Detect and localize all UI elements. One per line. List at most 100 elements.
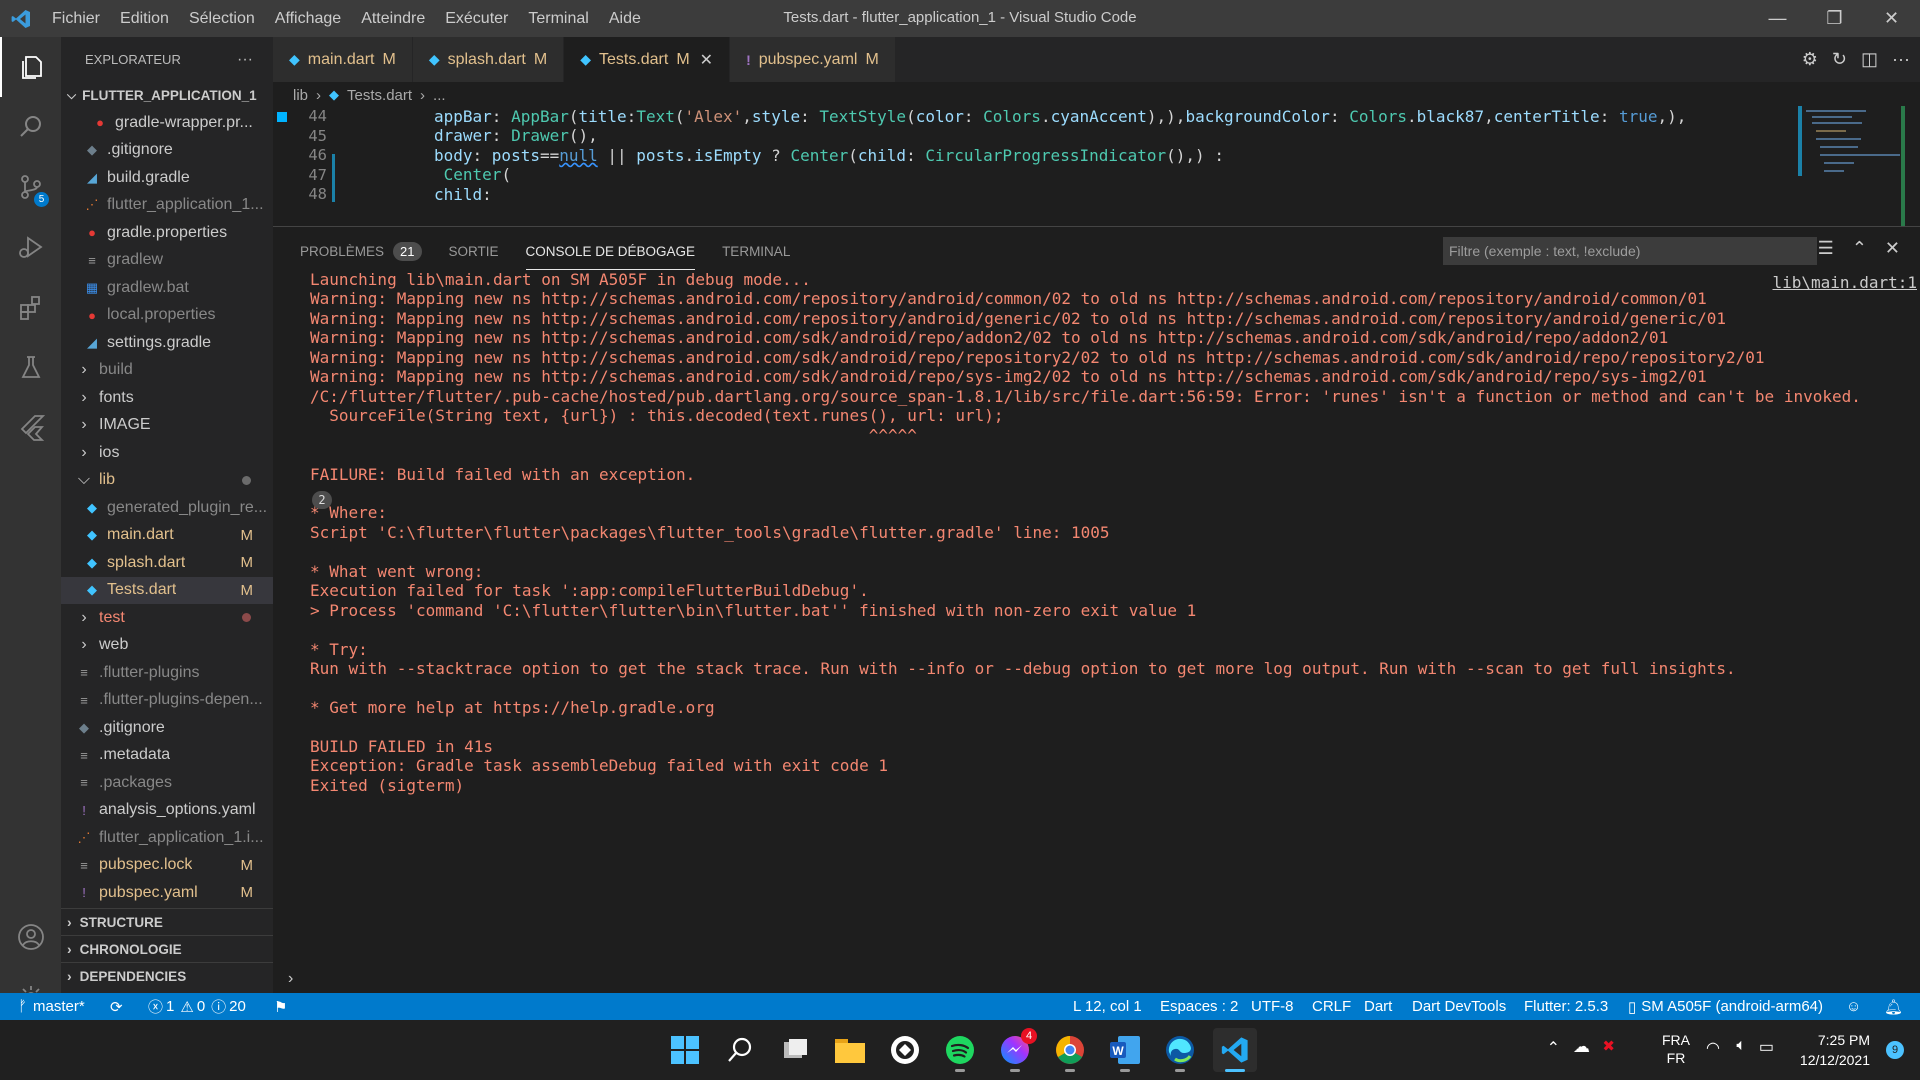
tree-item[interactable]: ≡ .flutter-plugins-depen... — [61, 687, 273, 715]
clear-console-icon[interactable]: ☰ — [1818, 238, 1834, 259]
windows-start-icon[interactable] — [663, 1028, 707, 1072]
minimap[interactable] — [1798, 106, 1908, 226]
dart-devtools[interactable]: Dart DevTools — [1412, 993, 1506, 1020]
language-mode[interactable]: Dart — [1364, 993, 1392, 1020]
tree-item[interactable]: ! pubspec.yaml M — [61, 879, 273, 907]
tree-item[interactable]: ⌵ lib — [61, 467, 273, 495]
extensions-icon[interactable] — [0, 277, 61, 337]
input-language[interactable]: FRA FR — [1662, 1031, 1690, 1067]
tab-debug-console[interactable]: CONSOLE DE DÉBOGAGE — [525, 234, 696, 270]
project-root[interactable]: ⌵ FLUTTER_APPLICATION_1 — [61, 82, 273, 109]
tree-item[interactable]: ◢ build.gradle — [61, 164, 273, 192]
tree-item[interactable]: ≡ .packages — [61, 769, 273, 797]
indentation[interactable]: Espaces : 2 — [1160, 993, 1238, 1020]
section-structure[interactable]: › STRUCTURE — [61, 908, 273, 935]
close-window-button[interactable]: ✕ — [1863, 0, 1920, 37]
clock[interactable]: 7:25 PM 12/12/2021 — [1800, 1030, 1870, 1070]
battery-icon[interactable]: ▭ — [1759, 1037, 1774, 1057]
tree-item[interactable]: › web — [61, 632, 273, 660]
explorer-icon[interactable] — [0, 37, 61, 97]
source-control-icon[interactable]: 5 — [0, 157, 61, 217]
menu-fichier[interactable]: Fichier — [42, 10, 110, 28]
debug-status-icon[interactable]: ⚑ — [274, 993, 287, 1020]
menu-executer[interactable]: Exécuter — [435, 10, 518, 28]
tree-item[interactable]: ≡ .flutter-plugins — [61, 659, 273, 687]
git-branch[interactable]: ᚠ master* — [18, 993, 85, 1020]
tree-item[interactable]: › build — [61, 357, 273, 385]
menu-edition[interactable]: Edition — [110, 10, 179, 28]
encoding[interactable]: UTF-8 — [1251, 993, 1294, 1020]
tree-item[interactable]: ◢ settings.gradle — [61, 329, 273, 357]
more-actions-icon[interactable]: ··· — [1892, 49, 1910, 70]
messenger-icon[interactable]: 4 — [993, 1028, 1037, 1072]
line-ending[interactable]: CRLF — [1312, 993, 1351, 1020]
menu-affichage[interactable]: Affichage — [265, 10, 351, 28]
notifications-bell-icon[interactable]: 🔔︎ — [1884, 993, 1903, 1020]
task-view-icon[interactable] — [773, 1028, 817, 1072]
console-filter-input[interactable]: Filtre (exemple : text, !exclude) — [1443, 237, 1817, 265]
tab-problems[interactable]: PROBLÈMES 21 — [300, 234, 422, 270]
close-panel-icon[interactable]: ✕ — [1885, 238, 1900, 259]
cursor-position[interactable]: L 12, col 1 — [1073, 993, 1142, 1020]
notification-count-badge[interactable]: 9 — [1886, 1041, 1904, 1059]
tree-item[interactable]: ⋰ flutter_application_1... — [61, 192, 273, 220]
tab-pubspec-yaml[interactable]: ! pubspec.yaml M — [730, 37, 896, 82]
source-link[interactable]: lib\main.dart:1 — [1773, 273, 1918, 297]
problems-summary[interactable]: ⓧ 1 ⚠ 0 ⓘ 20 — [148, 993, 246, 1020]
vscode-taskbar-icon[interactable] — [1213, 1028, 1257, 1072]
tree-item[interactable]: › ios — [61, 439, 273, 467]
console-input-prompt[interactable]: › — [288, 970, 293, 988]
tree-item[interactable]: ◆ Tests.dart M — [61, 576, 273, 604]
tree-item[interactable]: › fonts — [61, 384, 273, 412]
chrome-icon[interactable] — [1048, 1028, 1092, 1072]
tab-terminal[interactable]: TERMINAL — [722, 234, 790, 270]
tree-item[interactable]: ◆ .gitignore — [61, 137, 273, 165]
restore-button[interactable]: ❐ — [1806, 0, 1863, 37]
debug-bug-icon[interactable]: ⚙ — [1802, 49, 1818, 70]
explorer-more-button[interactable]: ··· — [237, 51, 253, 69]
app-tray-icon[interactable]: ✖ — [1602, 1037, 1615, 1055]
github-icon[interactable] — [883, 1028, 927, 1072]
spotify-icon[interactable] — [938, 1028, 982, 1072]
tree-item[interactable]: ≡ .metadata — [61, 742, 273, 770]
tab-output[interactable]: SORTIE — [449, 234, 499, 270]
search-icon[interactable] — [718, 1028, 762, 1072]
close-tab-icon[interactable]: ✕ — [700, 50, 713, 70]
code-editor[interactable]: 44 appBar: AppBar(title:Text('Alex',style… — [273, 106, 1920, 226]
tree-item[interactable]: ● gradle.properties — [61, 219, 273, 247]
tab-tests-dart[interactable]: ◆ Tests.dart M ✕ — [564, 37, 731, 82]
sync-icon[interactable]: ⟳ — [110, 993, 123, 1020]
section-chronologie[interactable]: › CHRONOLOGIE — [61, 935, 273, 962]
search-icon[interactable] — [0, 97, 61, 157]
chevron-up-icon[interactable]: ⌃ — [1547, 1038, 1560, 1058]
edge-icon[interactable] — [1158, 1028, 1202, 1072]
feedback-icon[interactable]: ☺ — [1846, 993, 1861, 1020]
section-dependencies[interactable]: › DEPENDENCIES — [61, 962, 273, 989]
accounts-icon[interactable] — [0, 907, 61, 967]
menu-selection[interactable]: Sélection — [179, 10, 265, 28]
device-selector[interactable]: ▯ SM A505F (android-arm64) — [1628, 993, 1823, 1020]
tree-item[interactable]: ≡ gradlew — [61, 247, 273, 275]
tree-item[interactable]: ◆ splash.dart M — [61, 549, 273, 577]
flutter-icon[interactable] — [0, 397, 61, 457]
tree-item[interactable]: › IMAGE — [61, 412, 273, 440]
tree-item[interactable]: ◆ main.dart M — [61, 522, 273, 550]
onedrive-cloud-icon[interactable]: ☁ — [1573, 1037, 1590, 1057]
tree-item[interactable]: ● local.properties — [61, 302, 273, 330]
volume-icon[interactable]: 🔈︎ — [1736, 1037, 1746, 1055]
maximize-panel-icon[interactable]: ⌃ — [1852, 238, 1867, 259]
flutter-version[interactable]: Flutter: 2.5.3 — [1524, 993, 1608, 1020]
breadcrumb-lib[interactable]: lib — [293, 87, 308, 104]
menu-atteindre[interactable]: Atteindre — [351, 10, 435, 28]
menu-aide[interactable]: Aide — [599, 10, 651, 28]
menu-terminal[interactable]: Terminal — [518, 10, 598, 28]
minimize-button[interactable]: — — [1749, 0, 1806, 37]
tab-main-dart[interactable]: ◆ main.dart M — [273, 37, 413, 82]
tab-splash-dart[interactable]: ◆ splash.dart M — [412, 37, 565, 82]
tree-item[interactable]: ● gradle-wrapper.pr... — [61, 109, 273, 137]
tree-item[interactable]: ! analysis_options.yaml — [61, 797, 273, 825]
hot-reload-icon[interactable]: ↻ — [1832, 49, 1847, 70]
tree-item[interactable]: ≡ pubspec.lock M — [61, 852, 273, 880]
word-icon[interactable]: W — [1103, 1028, 1147, 1072]
file-explorer-icon[interactable] — [828, 1028, 872, 1072]
